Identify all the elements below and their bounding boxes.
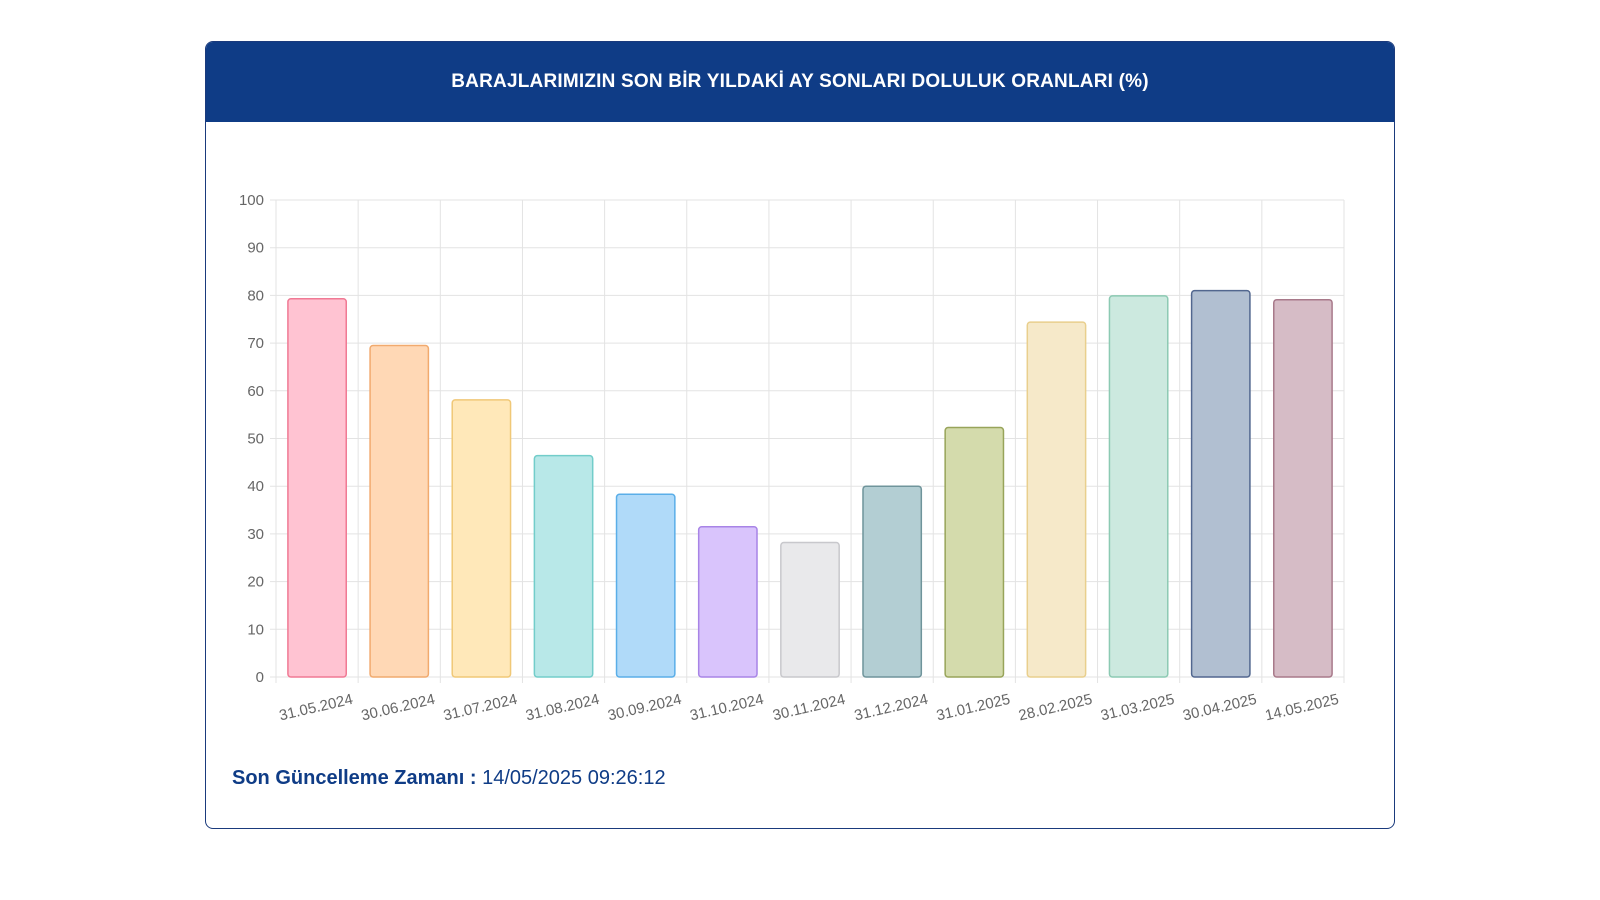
bar (287, 297, 347, 678)
bar (451, 399, 512, 678)
x-tick-label: 30.04.2025 (1181, 691, 1258, 724)
bar (1273, 298, 1333, 678)
x-tick-label: 28.02.2025 (1017, 691, 1094, 724)
y-tick-label: 40 (247, 478, 264, 495)
last-update: Son Güncelleme Zamanı : 14/05/2025 09:26… (232, 767, 666, 790)
chart-title: BARAJLARIMIZIN SON BİR YILDAKİ AY SONLAR… (206, 42, 1394, 122)
x-tick-label: 31.01.2025 (935, 691, 1012, 724)
y-tick-label: 30 (247, 526, 264, 543)
y-tick-label: 60 (247, 383, 264, 400)
y-tick-label: 0 (256, 669, 264, 686)
x-tick-label: 31.07.2024 (442, 691, 519, 724)
x-tick-label: 31.05.2024 (278, 691, 355, 724)
x-tick-label: 31.08.2024 (524, 691, 601, 724)
bar (862, 485, 923, 678)
bar (533, 454, 594, 678)
last-update-label: Son Güncelleme Zamanı : (232, 767, 477, 789)
chart-card: BARAJLARIMIZIN SON BİR YILDAKİ AY SONLAR… (205, 41, 1395, 829)
x-tick-label: 30.11.2024 (771, 691, 847, 724)
bar (944, 426, 1005, 678)
x-tick-label: 30.06.2024 (360, 691, 437, 724)
bar (369, 344, 430, 678)
y-tick-label: 10 (247, 621, 264, 638)
y-tick-label: 100 (239, 192, 264, 209)
bar (1190, 289, 1251, 678)
y-tick-label: 50 (247, 431, 264, 448)
bar-chart: 0 10 20 30 40 50 60 70 80 90 100 31.05.2024 30.06.20… (239, 192, 1345, 724)
x-tick-label: 14.05.2025 (1263, 691, 1340, 724)
x-tick-label: 31.03.2025 (1099, 691, 1176, 724)
x-tick-label: 30.09.2024 (606, 691, 683, 724)
last-update-value: 14/05/2025 09:26:12 (482, 767, 666, 789)
bar (1108, 295, 1169, 678)
bar (780, 541, 840, 678)
bar (615, 493, 676, 678)
x-tick-label: 31.10.2024 (688, 691, 765, 724)
y-tick-label: 20 (247, 574, 264, 591)
y-tick-label: 90 (247, 240, 264, 257)
bar (1026, 321, 1087, 678)
bar (697, 525, 758, 678)
y-tick-label: 70 (247, 335, 264, 352)
y-tick-label: 80 (247, 287, 264, 304)
x-tick-label: 31.12.2024 (853, 691, 930, 724)
